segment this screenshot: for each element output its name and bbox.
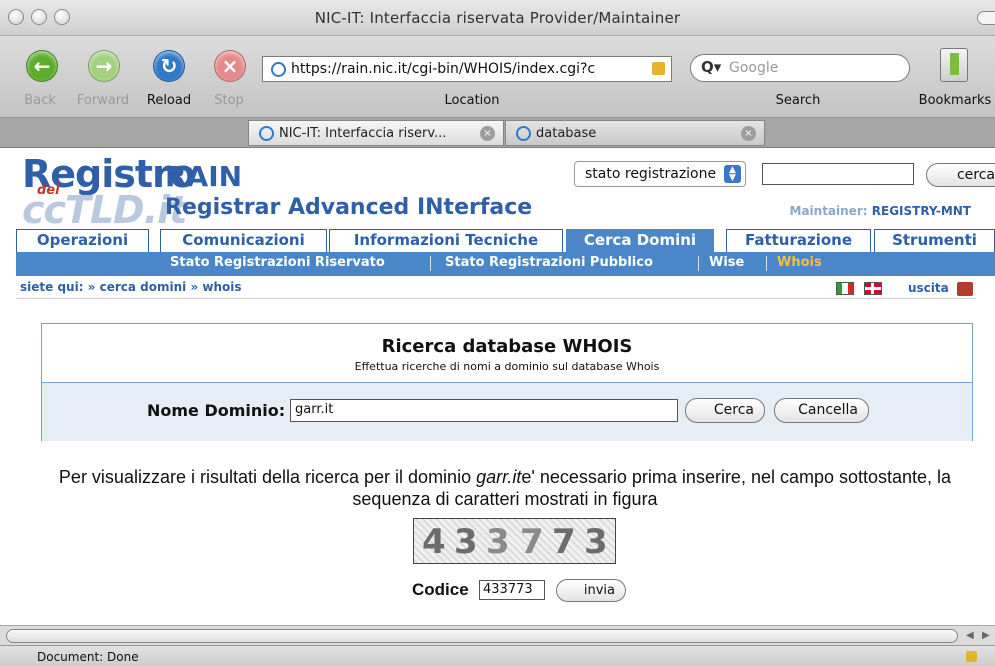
tab-database[interactable]: database × (505, 120, 765, 146)
codice-input[interactable]: 433773 (479, 580, 545, 600)
nav-comunicazioni[interactable]: Comunicazioni (160, 229, 327, 252)
location-label: Location (444, 93, 500, 108)
search-placeholder: Google (729, 60, 779, 76)
scroll-right-icon[interactable]: ▶ (982, 630, 990, 641)
nav-informazioni-tecniche[interactable]: Informazioni Tecniche (329, 229, 563, 252)
header-search-input[interactable] (762, 163, 914, 185)
lock-icon (652, 62, 665, 75)
reload-icon[interactable]: ↻ (153, 50, 185, 82)
scrollbar-thumb[interactable] (6, 629, 958, 643)
instructions-before: Per visualizzare i risultati della ricer… (58, 467, 477, 487)
window-title: NIC-IT: Interfaccia riservata Provider/M… (314, 9, 681, 27)
tab-label: database (536, 126, 597, 141)
select-arrows-icon: ▲ ▼ (724, 165, 741, 183)
sub-nav: Stato Registrazioni Riservato Stato Regi… (16, 252, 995, 276)
whois-title: Ricerca database WHOIS (381, 336, 633, 357)
italian-flag-icon[interactable] (836, 282, 854, 295)
maintainer-value: REGISTRY-MNT (871, 204, 971, 218)
logout-link[interactable]: uscita (908, 281, 949, 295)
url-bar[interactable]: https://rain.nic.it/cgi-bin/WHOIS/index.… (262, 56, 672, 82)
select-value: stato registrazione (585, 166, 717, 182)
forward-icon[interactable]: → (88, 50, 120, 82)
nav-strumenti[interactable]: Strumenti (874, 229, 995, 252)
nav-fatturazione[interactable]: Fatturazione (726, 229, 871, 252)
invia-button[interactable]: invia (556, 579, 626, 602)
captcha-digit: 3 (486, 522, 510, 562)
secure-lock-icon (966, 651, 977, 662)
rain-title: RAIN (165, 160, 243, 193)
maintainer-label: Maintainer: (789, 204, 868, 218)
stop-icon[interactable]: × (214, 50, 246, 82)
cancella-button[interactable]: Cancella (774, 398, 869, 423)
search-icon: Q▾ (701, 58, 722, 76)
logo-del: del (37, 183, 60, 198)
bookmarks-label: Bookmarks (918, 93, 992, 108)
search-input[interactable]: Q▾ Google (690, 54, 910, 82)
captcha-digit: 4 (422, 522, 446, 562)
breadcrumb: siete qui: » cerca domini » whois (20, 280, 242, 294)
toolbar-toggle-button[interactable] (977, 11, 995, 25)
horizontal-scrollbar[interactable]: ◀ ▶ (0, 625, 995, 645)
tab-label: NIC-IT: Interfaccia riserv... (279, 126, 447, 141)
whois-search-panel: Ricerca database WHOIS Effettua ricerche… (41, 323, 973, 441)
back-icon[interactable]: ← (26, 50, 58, 82)
globe-icon (259, 126, 274, 141)
forward-label: Forward (76, 93, 130, 108)
instructions-domain: garr.it (476, 467, 522, 487)
close-tab-icon[interactable]: × (741, 126, 756, 141)
subnav-separator (430, 256, 431, 271)
captcha-instructions: Per visualizzare i risultati della ricer… (30, 466, 980, 510)
captcha-digit: 3 (584, 522, 608, 562)
captcha-digit: 7 (552, 522, 576, 562)
captcha-digit: 3 (454, 522, 478, 562)
subnav-stato-riservato[interactable]: Stato Registrazioni Riservato (170, 255, 385, 270)
subnav-whois[interactable]: Whois (777, 255, 822, 270)
browser-window: NIC-IT: Interfaccia riservata Provider/M… (0, 0, 995, 666)
scroll-left-icon[interactable]: ◀ (966, 630, 974, 641)
subnav-stato-pubblico[interactable]: Stato Registrazioni Pubblico (445, 255, 653, 270)
nav-operazioni[interactable]: Operazioni (16, 229, 149, 252)
tab-nic-it[interactable]: NIC-IT: Interfaccia riserv... × (248, 120, 504, 146)
subnav-separator (766, 256, 767, 271)
captcha-digit: 7 (520, 522, 544, 562)
domain-name-label: Nome Dominio: (147, 401, 286, 420)
close-tab-icon[interactable]: × (480, 126, 495, 141)
cerca-button[interactable]: Cerca (685, 398, 765, 423)
maintainer-info: Maintainer: REGISTRY-MNT (790, 204, 971, 218)
english-flag-icon[interactable] (864, 282, 882, 295)
tab-strip: NIC-IT: Interfaccia riserv... × database… (0, 118, 995, 148)
status-text: Document: Done (37, 650, 139, 664)
globe-icon (516, 126, 531, 141)
nav-cerca-domini[interactable]: Cerca Domini (566, 229, 714, 252)
search-label: Search (775, 93, 821, 108)
exit-icon[interactable] (957, 282, 973, 296)
domain-name-input[interactable]: garr.it (290, 399, 678, 422)
back-label: Back (24, 93, 56, 108)
title-bar: NIC-IT: Interfaccia riservata Provider/M… (0, 0, 995, 36)
whois-form-row: Nome Dominio: garr.it Cerca Cancella (42, 382, 972, 441)
whois-subtitle: Effettua ricerche di nomi a dominio sul … (354, 360, 660, 373)
captcha-image: 4 3 3 7 7 3 (413, 518, 616, 564)
bookmarks-icon[interactable] (940, 48, 968, 82)
subnav-separator (698, 256, 699, 271)
divider (16, 298, 976, 299)
stop-label: Stop (214, 93, 244, 108)
codice-label: Codice (412, 580, 469, 599)
rain-subtitle: Registrar Advanced INterface (165, 195, 533, 220)
status-select[interactable]: stato registrazione ▲ ▼ (574, 161, 746, 187)
status-bar: Document: Done (0, 645, 995, 666)
url-text: https://rain.nic.it/cgi-bin/WHOIS/index.… (291, 61, 596, 77)
browser-toolbar: ← Back → Forward ↻ Reload × Stop https:/… (0, 36, 995, 118)
globe-icon (271, 62, 286, 77)
main-nav: Operazioni Comunicazioni Informazioni Te… (16, 229, 995, 252)
header-cerca-button[interactable]: cerca (926, 163, 995, 187)
subnav-wise[interactable]: Wise (709, 255, 744, 270)
